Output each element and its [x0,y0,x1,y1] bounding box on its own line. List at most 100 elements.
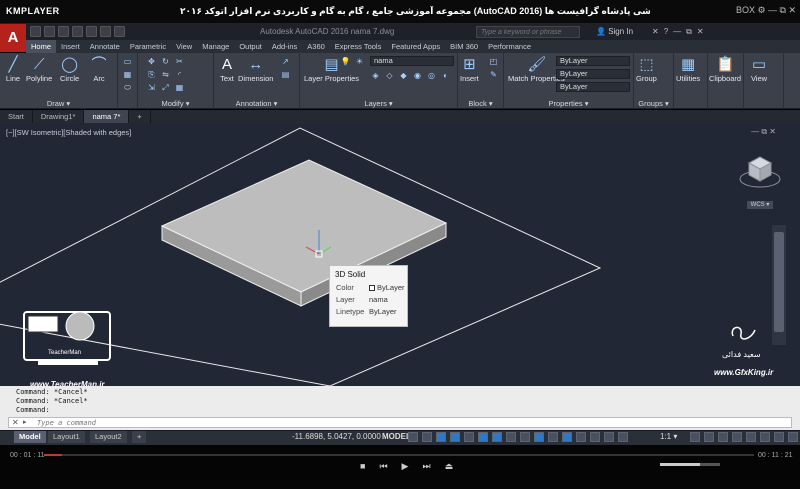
play-icon[interactable]: ▶ [402,461,409,472]
units-icon[interactable] [718,432,728,442]
seek-bar[interactable] [44,454,754,456]
graphics-performance-icon[interactable] [760,432,770,442]
annotation-scale[interactable]: 1:1 ▾ [660,432,677,441]
help-icon[interactable]: ? [664,27,668,37]
signin-button[interactable]: 👤 Sign In [596,27,633,36]
auto-scale-icon[interactable] [618,432,628,442]
customization-icon[interactable] [788,432,798,442]
clipboard-tool[interactable]: 📋 Clipboard [709,56,741,83]
viewport-label[interactable]: [−][SW Isometric][Shaded with edges] [6,128,131,137]
gizmo-icon[interactable] [590,432,600,442]
wcs-menu[interactable]: WCS ▾ [747,201,773,209]
polyline-tool[interactable]: ⟋ Polyline [26,56,52,83]
file-tab[interactable]: Start [0,110,33,123]
group-tool[interactable]: ⬚ Group [636,56,657,83]
workspace-gear-icon[interactable] [690,432,700,442]
ellipse-icon[interactable]: ⬭ [122,83,133,93]
stop-icon[interactable]: ■ [360,461,365,472]
stretch-icon[interactable]: ⇲ [146,83,157,93]
osnap-icon[interactable] [492,432,502,442]
trim-icon[interactable]: ✂ [174,57,185,67]
block-panel-label[interactable]: Block ▾ [458,99,503,108]
sun-icon[interactable]: ☀ [354,57,365,67]
player-window-controls[interactable]: BOX ⚙ — ⧉ ✕ [736,5,796,16]
redo-icon[interactable] [114,26,125,37]
file-tab[interactable]: Drawing1* [33,110,85,123]
annotation-visibility-icon[interactable] [604,432,614,442]
undo-icon[interactable] [100,26,111,37]
autocad-logo-button[interactable]: A [0,24,26,52]
close-icon[interactable]: ✕ [12,418,19,427]
open-icon[interactable] [44,26,55,37]
layer-tool-6-icon[interactable]: ◐ [440,71,451,81]
add-layout-button[interactable]: + [132,431,147,443]
modify-panel-label[interactable]: Modify ▾ [138,99,213,108]
drawing-viewport[interactable] [0,123,800,386]
layer-tool-1-icon[interactable]: ◈ [370,71,381,81]
command-prompt-icon[interactable]: ▸ [23,418,27,427]
new-tab-button[interactable]: + [129,110,151,123]
mirror-icon[interactable]: ⇋ [160,70,171,80]
tab-view[interactable]: View [171,40,197,53]
draw-panel-label[interactable]: Draw ▾ [0,99,117,108]
layers-panel-label[interactable]: Layers ▾ [300,99,457,108]
layout-tab[interactable]: Layout2 [90,431,127,443]
clean-screen-icon[interactable] [774,432,784,442]
save-icon[interactable] [58,26,69,37]
snap-icon[interactable] [422,432,432,442]
utilities-tool[interactable]: ▦ Utilities [676,56,700,83]
model-space-button[interactable]: MODEL [382,432,411,441]
linetype-dropdown[interactable]: ByLayer [556,82,630,92]
layer-tool-4-icon[interactable]: ◉ [412,71,423,81]
command-input[interactable] [37,418,637,427]
next-icon[interactable]: ⏭ [422,461,430,472]
create-block-icon[interactable]: ◰ [488,57,499,67]
search-input[interactable] [476,26,580,38]
selection-cycling-icon[interactable] [534,432,544,442]
ortho-icon[interactable] [436,432,446,442]
tab-home[interactable]: Home [26,40,57,53]
tab-annotate[interactable]: Annotate [85,40,125,53]
tab-add-ins[interactable]: Add-ins [267,40,302,53]
rectangle-icon[interactable]: ▭ [122,57,133,67]
minimize-icon[interactable]: — [673,27,681,37]
selection-filter-icon[interactable] [576,432,586,442]
view-tool[interactable]: ▭ View [750,56,768,83]
hatch-icon[interactable]: ▦ [122,70,133,80]
layer-dropdown[interactable]: nama [370,56,454,66]
layer-tool-3-icon[interactable]: ◆ [398,71,409,81]
lightbulb-icon[interactable]: 💡 [340,57,351,67]
previous-icon[interactable]: ⏮ [379,461,387,472]
array-icon[interactable]: ▦ [174,83,185,93]
tab-manage[interactable]: Manage [197,40,234,53]
quick-properties-icon[interactable] [732,432,742,442]
tab-bim-360[interactable]: BIM 360 [445,40,483,53]
tab-express-tools[interactable]: Express Tools [330,40,387,53]
viewport-controls[interactable]: — ⧉ ✕ [751,127,776,137]
save-as-icon[interactable] [72,26,83,37]
polar-icon[interactable] [450,432,460,442]
tab-featured-apps[interactable]: Featured Apps [386,40,445,53]
tab-a360[interactable]: A360 [302,40,330,53]
layout-tab[interactable]: Layout1 [48,431,85,443]
restore-icon[interactable]: ⧉ [686,27,692,37]
groups-panel-label[interactable]: Groups ▾ [634,99,673,108]
tab-insert[interactable]: Insert [56,40,85,53]
navigation-bar-handle[interactable] [774,232,784,332]
layout-tab[interactable]: Model [14,431,46,443]
fillet-icon[interactable]: ◜ [174,70,185,80]
lineweight-dropdown[interactable]: ByLayer [556,69,630,79]
arc-tool[interactable]: ⌒ Arc [90,56,108,83]
leader-icon[interactable]: ↗ [280,57,291,67]
scale-icon[interactable]: ⤢ [160,83,171,93]
circle-tool[interactable]: ◯ Circle [60,56,79,83]
insert-tool[interactable]: ⊞ Insert [460,56,479,83]
rotate-icon[interactable]: ↻ [160,57,171,67]
eject-icon[interactable]: ⏏ [445,461,454,472]
annotation-monitor-icon[interactable] [704,432,714,442]
close-icon[interactable]: ✕ [697,27,704,37]
dynamic-ucs-icon[interactable] [562,432,572,442]
color-dropdown[interactable]: ByLayer [556,56,630,66]
3d-osnap-icon[interactable] [548,432,558,442]
print-icon[interactable] [86,26,97,37]
